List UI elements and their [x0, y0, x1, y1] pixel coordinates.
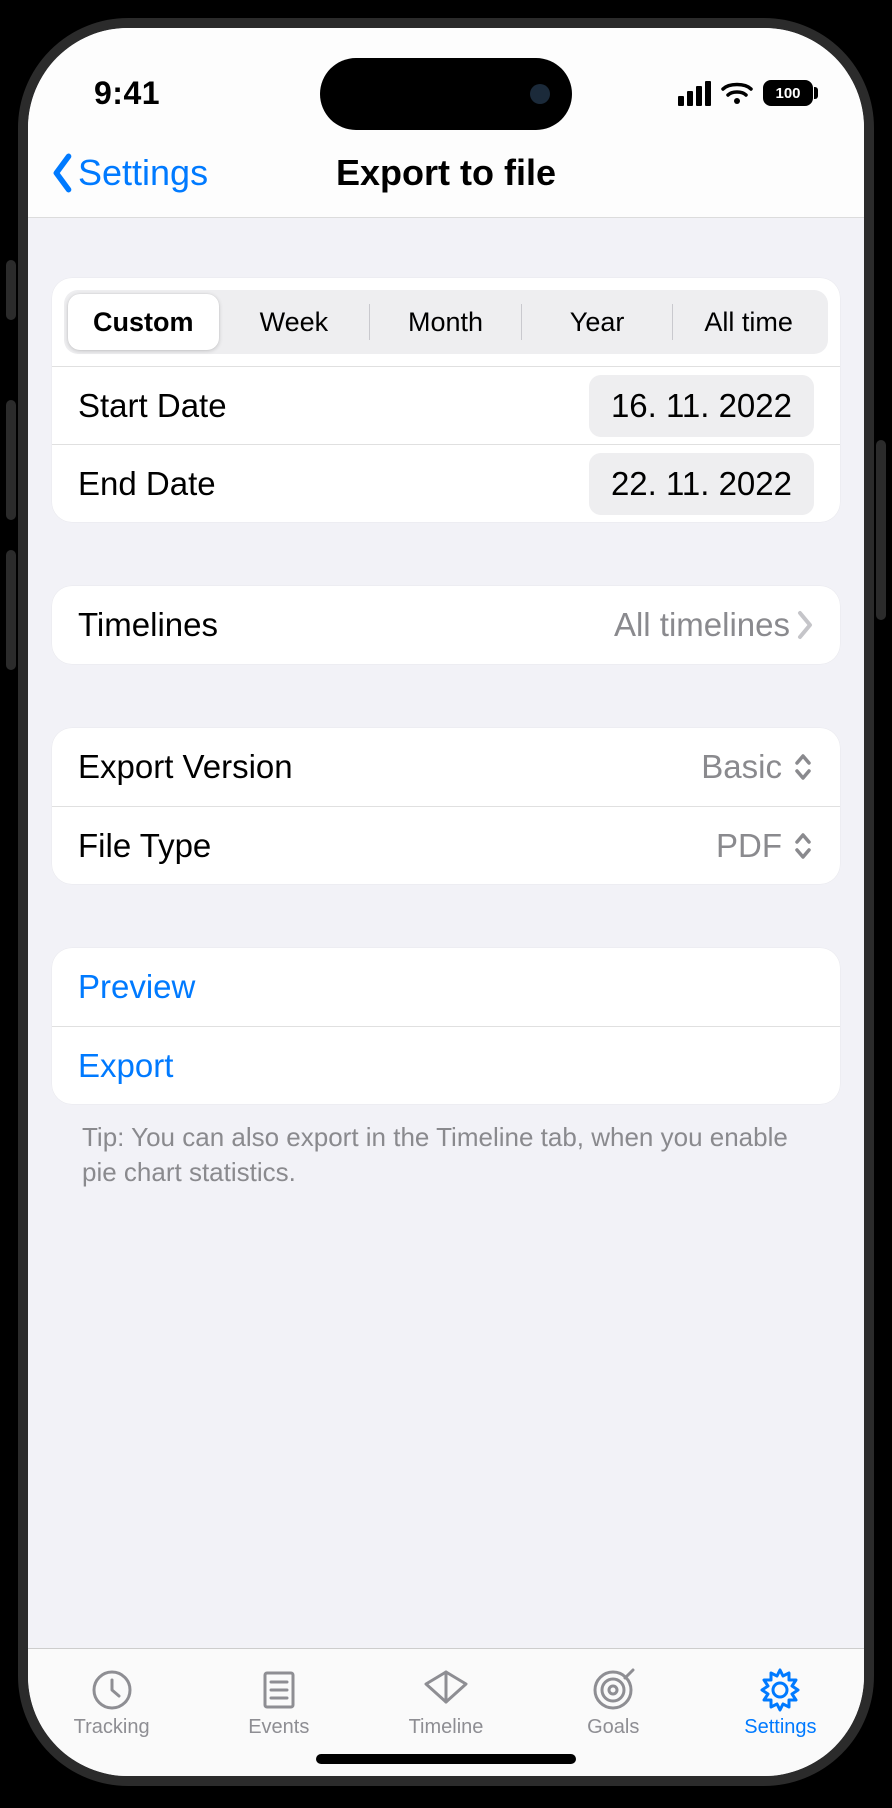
back-label: Settings [78, 152, 208, 194]
start-date-label: Start Date [78, 387, 227, 425]
segment-year[interactable]: Year [522, 294, 673, 350]
start-date-row: Start Date 16. 11. 2022 [52, 366, 840, 444]
clock-icon [88, 1668, 136, 1712]
page-title: Export to file [336, 152, 556, 194]
dynamic-island [320, 58, 572, 130]
export-version-row[interactable]: Export Version Basic [52, 728, 840, 806]
battery-icon: 100 [763, 80, 818, 106]
chevron-up-down-icon [792, 832, 814, 860]
range-segmented-control[interactable]: Custom Week Month Year All time [64, 290, 828, 354]
actions-group: Preview Export [52, 948, 840, 1104]
preview-button[interactable]: Preview [52, 948, 840, 1026]
timelines-value: All timelines [614, 606, 790, 644]
timelines-label: Timelines [78, 606, 218, 644]
segment-all-time[interactable]: All time [673, 294, 824, 350]
chevron-up-down-icon [792, 753, 814, 781]
status-time: 9:41 [94, 75, 160, 112]
file-type-value: PDF [716, 827, 782, 865]
diamond-icon [422, 1668, 470, 1712]
file-type-label: File Type [78, 827, 211, 865]
end-date-row: End Date 22. 11. 2022 [52, 444, 840, 522]
chevron-right-icon [796, 610, 814, 640]
export-button[interactable]: Export [52, 1026, 840, 1104]
end-date-label: End Date [78, 465, 216, 503]
file-type-row[interactable]: File Type PDF [52, 806, 840, 884]
list-icon [255, 1668, 303, 1712]
tab-timeline[interactable]: Timeline [362, 1649, 529, 1754]
gear-icon [756, 1668, 804, 1712]
segment-month[interactable]: Month [370, 294, 521, 350]
wifi-icon [721, 81, 753, 105]
back-button[interactable]: Settings [50, 128, 208, 217]
export-version-value: Basic [701, 748, 782, 786]
timelines-group: Timelines All timelines [52, 586, 840, 664]
target-icon [589, 1668, 637, 1712]
date-range-group: Custom Week Month Year All time Start Da… [52, 278, 840, 522]
tab-events[interactable]: Events [195, 1649, 362, 1754]
export-version-label: Export Version [78, 748, 293, 786]
start-date-picker[interactable]: 16. 11. 2022 [589, 375, 814, 437]
tab-tracking[interactable]: Tracking [28, 1649, 195, 1754]
export-options-group: Export Version Basic File Type PDF [52, 728, 840, 884]
home-indicator[interactable] [316, 1754, 576, 1764]
segment-week[interactable]: Week [219, 294, 370, 350]
cellular-icon [678, 81, 711, 106]
end-date-picker[interactable]: 22. 11. 2022 [589, 453, 814, 515]
footer-tip: Tip: You can also export in the Timeline… [52, 1104, 840, 1190]
tab-goals[interactable]: Goals [530, 1649, 697, 1754]
tab-settings[interactable]: Settings [697, 1649, 864, 1754]
chevron-left-icon [50, 153, 76, 193]
segment-custom[interactable]: Custom [68, 294, 219, 350]
timelines-row[interactable]: Timelines All timelines [52, 586, 840, 664]
